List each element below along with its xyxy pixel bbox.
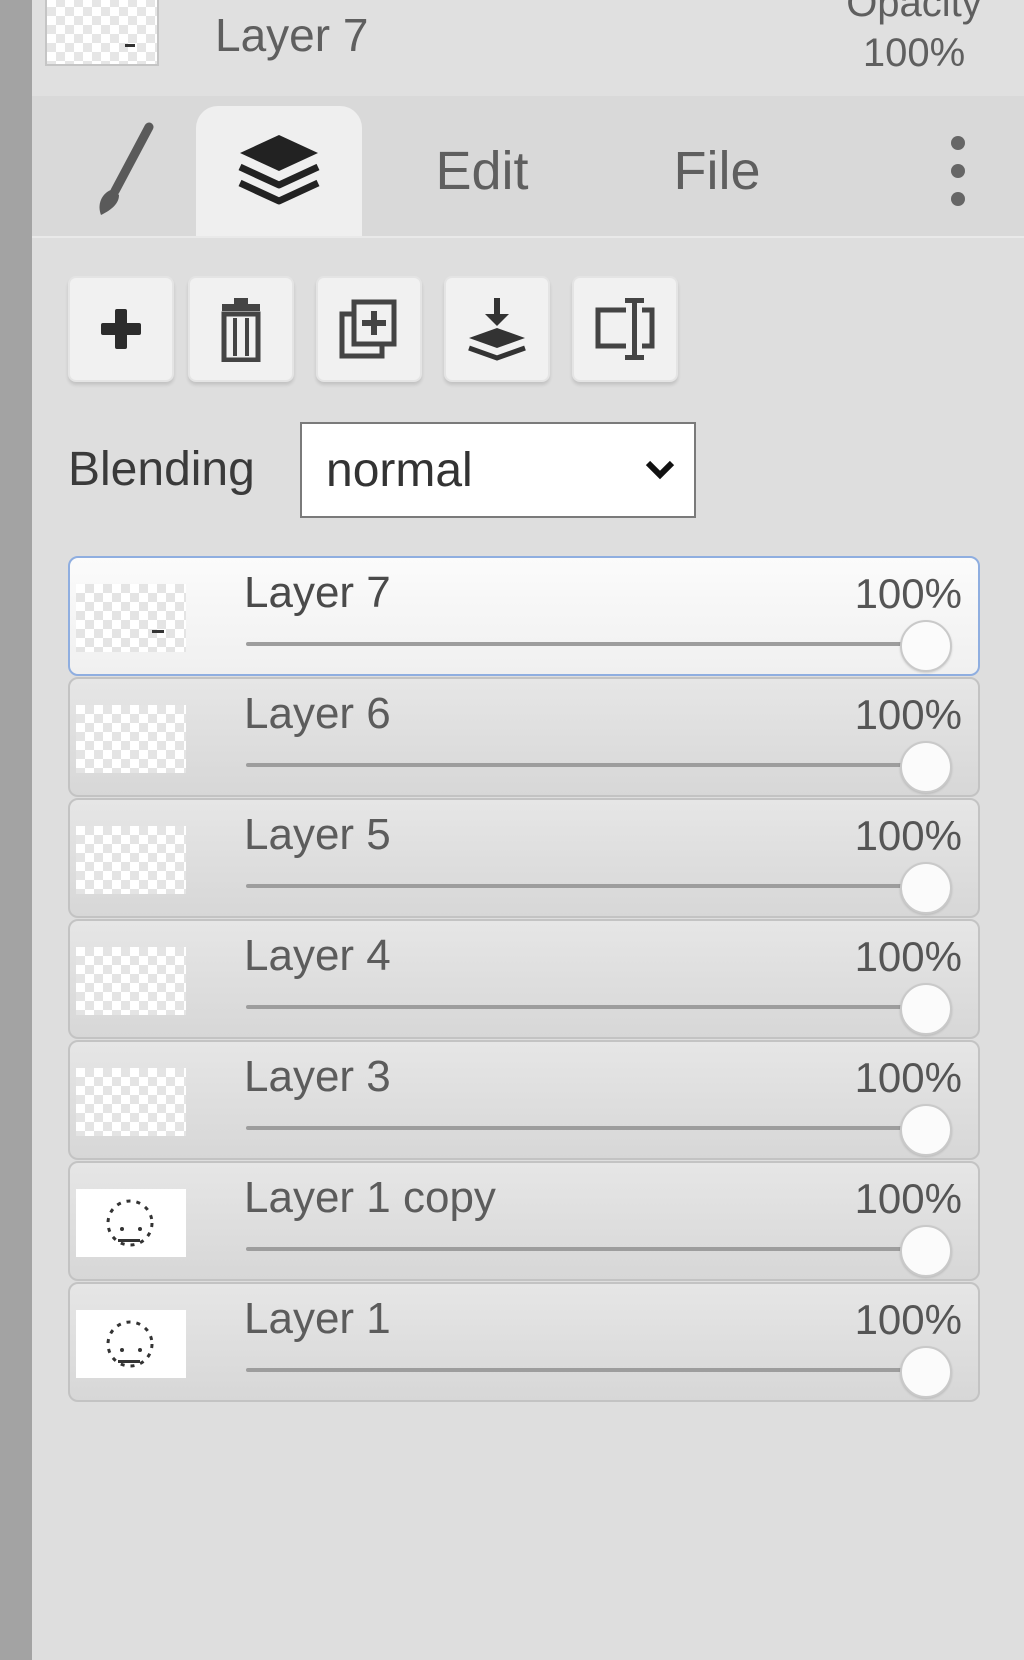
- layer-thumbnail: [76, 1310, 186, 1378]
- current-layer-bar: Layer 7 Opacity 100%: [32, 0, 1024, 96]
- tab-layers[interactable]: [196, 106, 362, 236]
- opacity-value: 100%: [862, 31, 966, 75]
- trash-icon: [221, 298, 261, 362]
- layer-thumbnail: [76, 947, 186, 1015]
- plus-icon: [101, 309, 141, 349]
- layer-row[interactable]: Layer 3 100%: [68, 1040, 980, 1160]
- layer-row[interactable]: Layer 5 100%: [68, 798, 980, 918]
- opacity-slider-track[interactable]: [246, 1368, 926, 1372]
- tab-edit[interactable]: Edit: [402, 106, 562, 236]
- layer-opacity-value: 100%: [854, 691, 962, 738]
- delete-layer-button[interactable]: [188, 276, 294, 382]
- opacity-slider-track[interactable]: [246, 884, 926, 888]
- layer-opacity-value: 100%: [854, 1296, 962, 1343]
- opacity-slider-track[interactable]: [246, 642, 926, 646]
- layer-name: Layer 5: [244, 810, 391, 859]
- merge-down-icon: [468, 298, 526, 361]
- layer-thumbnail: [76, 1189, 186, 1257]
- tab-file[interactable]: File: [642, 106, 792, 236]
- rename-icon: [595, 298, 655, 360]
- layer-row[interactable]: Layer 6 100%: [68, 677, 980, 797]
- layer-name: Layer 1: [244, 1294, 391, 1343]
- opacity-slider-handle[interactable]: [900, 1104, 952, 1156]
- layer-name: Layer 7: [244, 568, 391, 617]
- blending-label: Blending: [68, 443, 255, 496]
- layer-row[interactable]: Layer 1 100%: [68, 1282, 980, 1402]
- layer-thumbnail: [76, 584, 186, 652]
- current-layer-opacity[interactable]: Opacity 100%: [824, 0, 1004, 78]
- layer-thumbnail: [76, 705, 186, 773]
- duplicate-icon: [339, 299, 397, 359]
- layer-name: Layer 1 copy: [244, 1173, 496, 1222]
- brush-icon: [99, 122, 154, 215]
- duplicate-layer-button[interactable]: [316, 276, 422, 382]
- opacity-slider-track[interactable]: [246, 1247, 926, 1251]
- blending-value: normal: [326, 443, 473, 497]
- opacity-slider-handle[interactable]: [900, 741, 952, 793]
- layer-opacity-value: 100%: [854, 1175, 962, 1222]
- chevron-down-icon: [644, 454, 676, 486]
- current-layer-name: Layer 7: [215, 9, 369, 61]
- panel-tabs: Edit File: [32, 96, 1024, 238]
- layer-row[interactable]: Layer 1 copy 100%: [68, 1161, 980, 1281]
- layer-thumbnail: [76, 826, 186, 894]
- opacity-label: Opacity: [846, 0, 982, 25]
- layer-name: Layer 6: [244, 689, 391, 738]
- canvas-edge: [0, 0, 32, 1660]
- tab-brush[interactable]: [72, 106, 182, 236]
- layer-opacity-value: 100%: [854, 570, 962, 617]
- current-layer-thumbnail: [45, 0, 159, 66]
- opacity-slider-handle[interactable]: [900, 862, 952, 914]
- opacity-slider-handle[interactable]: [900, 620, 952, 672]
- layers-panel-page: Layer 7 Opacity 100% Edit File Blending …: [0, 0, 1024, 1660]
- layer-row[interactable]: Layer 7 100%: [68, 556, 980, 676]
- tab-more[interactable]: [928, 106, 988, 236]
- blending-select[interactable]: normal: [300, 422, 696, 518]
- layer-opacity-value: 100%: [854, 933, 962, 980]
- layers-panel: Layer 7 Opacity 100% Edit File Blending …: [32, 0, 1024, 1660]
- rename-layer-button[interactable]: [572, 276, 678, 382]
- layer-name: Layer 4: [244, 931, 391, 980]
- layer-opacity-value: 100%: [854, 1054, 962, 1101]
- merge-down-button[interactable]: [444, 276, 550, 382]
- layer-row[interactable]: Layer 4 100%: [68, 919, 980, 1039]
- opacity-slider-handle[interactable]: [900, 983, 952, 1035]
- opacity-slider-handle[interactable]: [900, 1346, 952, 1398]
- layers-icon: [238, 135, 320, 205]
- opacity-slider-handle[interactable]: [900, 1225, 952, 1277]
- opacity-slider-track[interactable]: [246, 763, 926, 767]
- layer-opacity-value: 100%: [854, 812, 962, 859]
- layer-thumbnail: [76, 1068, 186, 1136]
- opacity-slider-track[interactable]: [246, 1005, 926, 1009]
- opacity-slider-track[interactable]: [246, 1126, 926, 1130]
- add-layer-button[interactable]: [68, 276, 174, 382]
- layer-name: Layer 3: [244, 1052, 391, 1101]
- more-vertical-icon: [951, 136, 965, 206]
